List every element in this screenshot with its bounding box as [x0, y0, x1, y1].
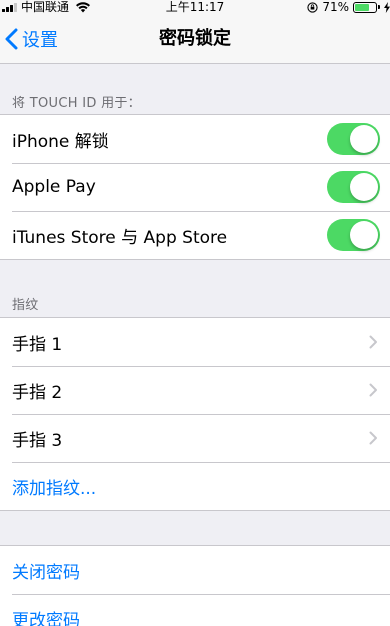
- status-right: 71%: [307, 0, 390, 14]
- status-bar: 中国联通 上午11:17 71%: [0, 0, 390, 14]
- back-button-label: 设置: [22, 30, 58, 51]
- apple-pay-toggle[interactable]: [327, 171, 380, 203]
- row-label: 手指 2: [12, 382, 63, 403]
- battery-cap: [378, 5, 380, 9]
- fingerprint-group: 手指 1 手指 2 手指 3 添加指纹...: [0, 317, 390, 511]
- battery-icon: [353, 1, 377, 13]
- touch-id-itunes-app-store-row: iTunes Store 与 App Store: [0, 211, 390, 259]
- row-label: 手指 1: [12, 334, 63, 355]
- touch-id-iphone-unlock-row: iPhone 解锁: [0, 115, 390, 163]
- finger-2-row[interactable]: 手指 2: [0, 366, 390, 414]
- add-fingerprint-label: 添加指纹...: [12, 478, 97, 499]
- passcode-lock-screen: 中国联通 上午11:17 71% 设置 密码锁定 将 TOUCH ID 用于： …: [0, 0, 390, 626]
- change-passcode-button[interactable]: 更改密码: [0, 594, 390, 626]
- back-button[interactable]: 设置: [4, 14, 58, 64]
- chevron-left-icon: [5, 28, 18, 50]
- toggle-knob: [350, 221, 378, 249]
- page-title: 密码锁定: [159, 28, 231, 49]
- finger-3-row[interactable]: 手指 3: [0, 414, 390, 462]
- chevron-right-icon: [369, 383, 377, 397]
- chevron-right-icon: [369, 335, 377, 349]
- touch-id-group: iPhone 解锁 Apple Pay iTunes Store 与 App S…: [0, 114, 390, 260]
- toggle-knob: [350, 173, 378, 201]
- passcode-group: 关闭密码 更改密码: [0, 545, 390, 626]
- touch-id-section-header: 将 TOUCH ID 用于：: [12, 96, 141, 111]
- turn-off-passcode-label: 关闭密码: [12, 562, 80, 583]
- change-passcode-label: 更改密码: [12, 610, 80, 626]
- battery-percent: 71%: [322, 0, 349, 14]
- fingerprint-section-header: 指纹: [12, 298, 39, 313]
- finger-1-row[interactable]: 手指 1: [0, 318, 390, 366]
- row-label: 手指 3: [12, 430, 63, 451]
- itunes-app-store-toggle[interactable]: [327, 219, 380, 251]
- rotation-lock-icon: [307, 1, 318, 13]
- battery-fill: [355, 3, 369, 11]
- iphone-unlock-toggle[interactable]: [327, 123, 380, 155]
- charging-bolt-icon: [384, 1, 390, 13]
- chevron-right-icon: [369, 431, 377, 445]
- navigation-bar: 设置 密码锁定: [0, 14, 390, 64]
- turn-off-passcode-button[interactable]: 关闭密码: [0, 546, 390, 594]
- toggle-knob: [350, 125, 378, 153]
- touch-id-apple-pay-row: Apple Pay: [0, 163, 390, 211]
- add-fingerprint-button[interactable]: 添加指纹...: [0, 462, 390, 510]
